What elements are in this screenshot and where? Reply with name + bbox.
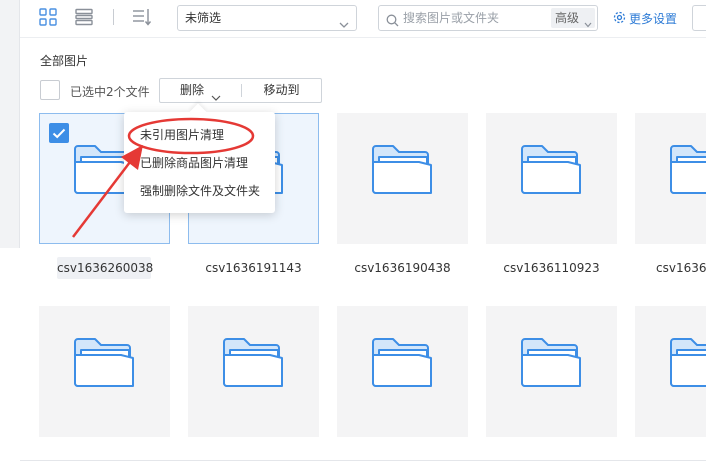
- delete-dropdown-menu: 未引用图片清理 已删除商品图片清理 强制删除文件及文件夹: [124, 103, 275, 213]
- file-name[interactable]: csv1636190438: [352, 257, 453, 279]
- gear-icon: [613, 11, 626, 27]
- chevron-down-icon: [584, 14, 592, 34]
- folder-icon: [669, 335, 706, 393]
- file-name[interactable]: csv1636110923: [501, 257, 602, 279]
- file-tile[interactable]: [635, 306, 706, 437]
- grid-view-icon[interactable]: [37, 6, 59, 28]
- filter-select-value: 未筛选: [185, 11, 222, 25]
- folder-icon: [371, 335, 437, 393]
- advanced-search-label: 高级: [555, 11, 580, 25]
- toolbar: 未筛选 高级 更多设置: [20, 0, 706, 38]
- list-view-icon[interactable]: [73, 6, 95, 28]
- search-input[interactable]: [403, 9, 551, 27]
- chevron-down-icon: [211, 87, 221, 110]
- tile-checkbox[interactable]: [49, 123, 69, 143]
- checkmark-icon: [52, 128, 66, 138]
- delete-dropdown-button[interactable]: 删除: [160, 79, 241, 102]
- move-to-button[interactable]: 移动到: [242, 79, 321, 102]
- dropdown-arrow: [189, 103, 207, 121]
- select-all-checkbox[interactable]: [40, 80, 60, 100]
- bulk-action-group: 删除 移动到: [159, 78, 322, 103]
- chevron-down-icon: [339, 13, 349, 37]
- folder-icon: [371, 142, 437, 200]
- folder-icon: [669, 142, 706, 200]
- toolbar-separator: [113, 9, 114, 25]
- advanced-search-button[interactable]: 高级: [551, 8, 595, 28]
- selected-count-text: 已选中2个文件: [70, 85, 150, 99]
- menu-item-force-delete[interactable]: 强制删除文件及文件夹: [124, 178, 275, 204]
- delete-label: 删除: [180, 83, 205, 97]
- menu-item-unreferenced-cleanup[interactable]: 未引用图片清理: [124, 122, 275, 148]
- file-tile[interactable]: [635, 113, 706, 244]
- search-box: 高级: [378, 5, 598, 31]
- toolbar-overflow-button[interactable]: [692, 5, 706, 31]
- folder-icon: [73, 335, 139, 393]
- filter-select[interactable]: 未筛选: [177, 5, 357, 31]
- left-panel-edge: [0, 0, 20, 248]
- more-settings-label: 更多设置: [629, 12, 678, 26]
- sort-icon[interactable]: [131, 6, 153, 28]
- more-settings-link[interactable]: 更多设置: [613, 10, 677, 27]
- folder-icon: [222, 335, 288, 393]
- folder-icon: [520, 335, 586, 393]
- file-name[interactable]: csv1636191143: [203, 257, 304, 279]
- file-tile[interactable]: [188, 306, 319, 437]
- file-tile[interactable]: [39, 306, 170, 437]
- breadcrumb[interactable]: 全部图片: [40, 52, 88, 69]
- file-name[interactable]: csv16360: [656, 257, 706, 279]
- search-icon: [386, 12, 399, 31]
- file-tile[interactable]: [337, 306, 468, 437]
- file-tile[interactable]: [486, 306, 617, 437]
- file-name[interactable]: csv1636260038: [57, 257, 153, 279]
- divider: [20, 460, 706, 461]
- file-tile[interactable]: [486, 113, 617, 244]
- menu-item-deleted-product-cleanup[interactable]: 已删除商品图片清理: [124, 150, 275, 176]
- folder-icon: [520, 142, 586, 200]
- file-tile[interactable]: [337, 113, 468, 244]
